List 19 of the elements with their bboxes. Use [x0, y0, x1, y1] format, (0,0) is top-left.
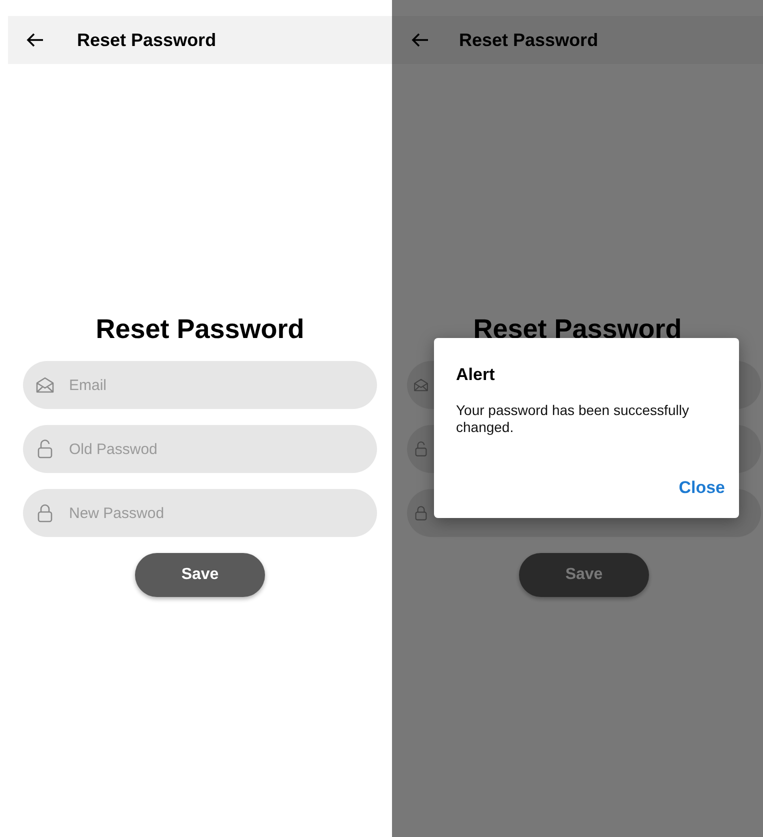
input-field[interactable]: Old Passwod	[23, 425, 377, 473]
close-button[interactable]: Close	[678, 474, 725, 500]
dialog-title: Alert	[456, 364, 496, 386]
page-heading: Reset Password	[472, 313, 683, 346]
mail-icon	[413, 377, 429, 393]
app-bar-title: Reset Password	[77, 28, 216, 52]
save-button[interactable]: Save	[135, 553, 265, 597]
padlock-icon	[413, 505, 429, 521]
padlock-icon	[35, 503, 55, 523]
mail-icon	[35, 375, 55, 395]
back-arrow-icon[interactable]	[26, 31, 44, 49]
input-field[interactable]: Email	[23, 361, 377, 409]
app-bar-title: Reset Password	[459, 28, 598, 52]
page-heading: Reset Password	[94, 313, 306, 346]
input-field[interactable]: New Passwod	[23, 489, 377, 537]
dialog-message: Your password has been successfully changed.	[456, 402, 690, 436]
save-button[interactable]: Save	[519, 553, 649, 597]
unlocked-padlock-icon	[35, 439, 55, 459]
unlocked-padlock-icon	[413, 441, 429, 457]
